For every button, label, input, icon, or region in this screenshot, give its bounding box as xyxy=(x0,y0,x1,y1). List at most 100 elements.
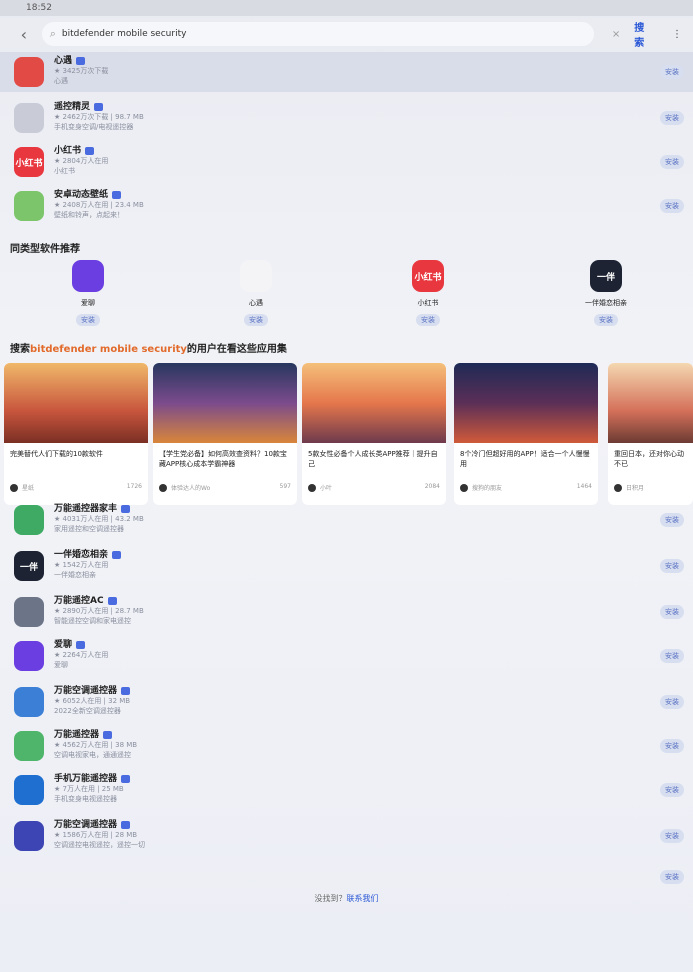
search-bar: ‹ ⌕ bitdefender mobile security × 搜索 ⋮ xyxy=(14,19,682,49)
app-info: 万能遥控器家丰 ★ 4031万人在用 | 43.2 MB 家用遥控和空调遥控器 xyxy=(54,504,144,534)
app-description: 智能遥控空调和家电遥控 xyxy=(54,617,131,625)
app-icon xyxy=(14,641,44,671)
author-name: 日积月 xyxy=(626,485,645,492)
app-list-item[interactable]: 爱聊 ★ 2264万人在用 爱聊 安装 xyxy=(0,636,693,676)
install-button[interactable]: 安装 xyxy=(660,559,684,573)
app-name-text: 万能遥控器 xyxy=(54,730,100,740)
clear-icon[interactable]: × xyxy=(612,29,620,40)
app-icon xyxy=(14,57,44,87)
collection-footer: 日积月 xyxy=(608,479,693,496)
search-button[interactable]: 搜索 xyxy=(634,19,654,49)
app-meta: ★ 7万人在用 | 25 MB xyxy=(54,785,124,793)
app-meta: ★ 2890万人在用 | 28.7 MB xyxy=(54,607,144,615)
app-info: 心遇 ★ 3425万次下载 心遇 xyxy=(54,56,108,86)
app-info: 小红书 ★ 2804万人在用 小红书 xyxy=(54,146,108,176)
similar-app-item[interactable]: 一伴 一伴婚恋相亲 安装 xyxy=(566,260,646,326)
app-icon xyxy=(14,103,44,133)
verified-badge-icon xyxy=(85,146,95,155)
collection-card[interactable]: 完美替代人们下载的10款软件 星纸 1726 xyxy=(4,363,148,505)
author-name: 星纸 xyxy=(22,485,35,492)
collection-card[interactable]: 8个冷门但超好用的APP！适合一个人慢慢用 搜狗的朋友 1464 xyxy=(454,363,598,505)
app-icon xyxy=(14,775,44,805)
install-button[interactable]: 安装 xyxy=(76,314,100,326)
similar-app-item[interactable]: 爱聊 安装 xyxy=(48,260,128,326)
collections-title-post: 的用户在看这些应用集 xyxy=(186,344,287,355)
install-button[interactable]: 安装 xyxy=(660,513,684,527)
app-name-text: 万能遥控AC xyxy=(54,596,104,606)
collection-card[interactable]: 5款女性必备个人成长类APP推荐｜提升自己 小叶 2084 xyxy=(302,363,446,505)
install-button[interactable]: 安装 xyxy=(660,870,684,884)
avatar xyxy=(308,483,316,492)
install-button[interactable]: 安装 xyxy=(660,829,684,843)
app-list-item[interactable]: 手机万能遥控器 ★ 7万人在用 | 25 MB 手机变身电视遥控器 安装 xyxy=(0,770,693,810)
app-description: 手机变身电视遥控器 xyxy=(54,795,117,803)
app-meta: ★ 2408万人在用 | 23.4 MB xyxy=(54,201,144,209)
install-button[interactable]: 安装 xyxy=(660,65,684,79)
verified-badge-icon xyxy=(112,190,122,199)
collection-card[interactable]: 【学生党必备】如何高效查资料？10款宝藏APP核心成本学霸神器 体验达人的Wo 59… xyxy=(153,363,297,505)
author-name: 小叶 xyxy=(320,485,333,492)
app-window: 18:52 ‹ ⌕ bitdefender mobile security × … xyxy=(0,0,693,972)
verified-badge-icon xyxy=(121,774,131,783)
collection-card[interactable]: 重回日本，还对你心动不已日积月 xyxy=(608,363,693,505)
install-button[interactable]: 安装 xyxy=(244,314,268,326)
app-name: 心遇 xyxy=(249,299,263,307)
similar-app-item[interactable]: 心遇 安装 xyxy=(216,260,296,326)
install-button[interactable]: 安装 xyxy=(660,695,684,709)
verified-badge-icon xyxy=(121,686,131,695)
app-name: 遥控精灵 xyxy=(54,102,144,112)
app-list-item[interactable]: 万能空调遥控器 ★ 6052人在用 | 32 MB 2022全新空调遥控器 安装 xyxy=(0,682,693,722)
app-list-item[interactable]: 遥控精灵 ★ 2462万次下载 | 98.7 MB 手机变身空调/电视遥控器 安装 xyxy=(0,98,693,138)
app-name-text: 万能空调遥控器 xyxy=(54,820,118,830)
app-description: 空调电视家电，通通遥控 xyxy=(54,751,131,759)
app-list-item[interactable]: 万能遥控器 ★ 4562万人在用 | 38 MB 空调电视家电，通通遥控 安装 xyxy=(0,726,693,766)
status-time: 18:52 xyxy=(26,3,52,13)
collections-title-pre: 搜索 xyxy=(10,344,30,355)
app-description: 壁纸和铃声，点起来！ xyxy=(54,211,124,219)
search-input[interactable]: ⌕ bitdefender mobile security xyxy=(41,22,594,46)
contact-us-link[interactable]: 联系我们 xyxy=(347,894,379,903)
app-name: 万能空调遥控器 xyxy=(54,686,131,696)
app-icon xyxy=(14,505,44,535)
view-count: 1464 xyxy=(576,483,592,490)
install-button[interactable]: 安装 xyxy=(660,739,684,753)
app-meta: ★ 2462万次下载 | 98.7 MB xyxy=(54,113,144,121)
status-bar: 18:52 xyxy=(0,0,693,16)
app-name: 爱聊 xyxy=(54,640,108,650)
avatar xyxy=(159,483,167,492)
install-button[interactable]: 安装 xyxy=(416,314,440,326)
view-count: 597 xyxy=(279,483,291,490)
similar-app-item[interactable]: 小红书 小红书 安装 xyxy=(388,260,468,326)
install-button[interactable]: 安装 xyxy=(660,199,684,213)
app-name-text: 遥控精灵 xyxy=(54,102,91,112)
install-button[interactable]: 安装 xyxy=(660,155,684,169)
app-list-item[interactable]: 万能遥控器家丰 ★ 4031万人在用 | 43.2 MB 家用遥控和空调遥控器 安装 xyxy=(0,500,693,540)
app-info: 遥控精灵 ★ 2462万次下载 | 98.7 MB 手机变身空调/电视遥控器 xyxy=(54,102,144,132)
back-arrow-icon[interactable]: ‹ xyxy=(14,25,34,44)
search-icon: ⌕ xyxy=(49,27,56,40)
install-button[interactable]: 安装 xyxy=(594,314,618,326)
app-list-item[interactable]: 心遇 ★ 3425万次下载 心遇 安装 xyxy=(0,52,693,92)
similar-section-title: 同类型软件推荐 xyxy=(10,244,80,255)
app-name-text: 安卓动态壁纸 xyxy=(54,190,109,200)
app-list-item[interactable]: 小红书 小红书 ★ 2804万人在用 小红书 安装 xyxy=(0,142,693,182)
install-button[interactable]: 安装 xyxy=(660,649,684,663)
collections-section-title: 搜索bitdefender mobile security的用户在看这些应用集 xyxy=(10,340,287,355)
app-list-item[interactable]: 安卓动态壁纸 ★ 2408万人在用 | 23.4 MB 壁纸和铃声，点起来！ 安装 xyxy=(0,186,693,226)
verified-badge-icon xyxy=(103,730,113,739)
app-list-item[interactable]: 万能遥控AC ★ 2890万人在用 | 28.7 MB 智能遥控空调和家电遥控 安装 xyxy=(0,592,693,632)
verified-badge-icon xyxy=(107,596,117,605)
install-button[interactable]: 安装 xyxy=(660,605,684,619)
collection-title: 重回日本，还对你心动不已 xyxy=(614,450,684,468)
install-button[interactable]: 安装 xyxy=(660,783,684,797)
collection-author: 星纸 xyxy=(10,483,34,492)
more-options-icon[interactable]: ⋮ xyxy=(672,29,682,40)
install-button[interactable]: 安装 xyxy=(660,111,684,125)
app-list-item[interactable]: 万能空调遥控器 ★ 1586万人在用 | 28 MB 空调遥控电视遥控，遥控一切 安装 xyxy=(0,816,693,856)
app-list-item[interactable]: 一伴 一伴婚恋相亲 ★ 1542万人在用 一伴婚恋相亲 安装 xyxy=(0,546,693,586)
app-name: 心遇 xyxy=(54,56,108,66)
app-description: 2022全新空调遥控器 xyxy=(54,707,121,715)
app-info: 万能遥控AC ★ 2890万人在用 | 28.7 MB 智能遥控空调和家电遥控 xyxy=(54,596,144,626)
app-icon xyxy=(14,731,44,761)
app-info: 万能空调遥控器 ★ 1586万人在用 | 28 MB 空调遥控电视遥控，遥控一切 xyxy=(54,820,145,850)
